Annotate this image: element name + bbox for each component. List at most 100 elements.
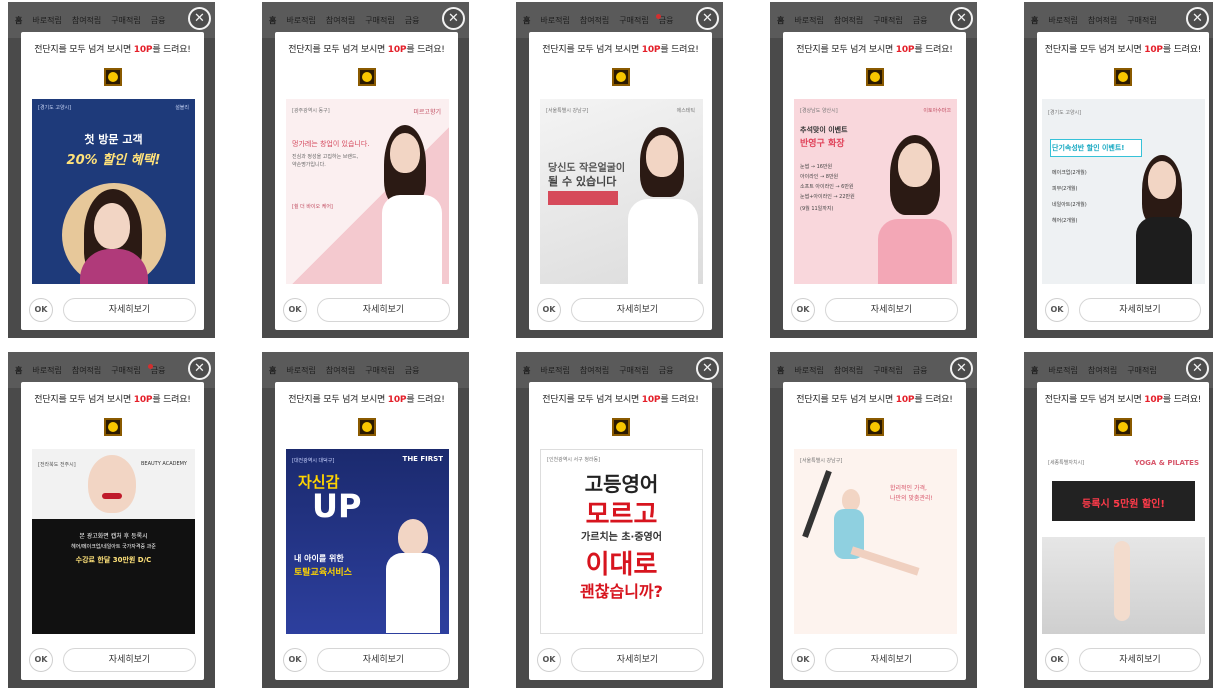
ok-button[interactable]: OK [29,298,53,322]
nav-home[interactable]: 홈 [1031,365,1038,376]
popup-footer: OK 자세히보기 [529,644,712,676]
ok-button[interactable]: OK [537,648,561,672]
nav-home[interactable]: 홈 [777,365,784,376]
flyer-image[interactable]: [경기도 고양시] 단기속성반 할인 이벤트! 메이크업(2개월) 피부(2개월… [1042,99,1205,284]
detail-button[interactable]: 자세히보기 [571,298,704,322]
nav-tab[interactable]: 바로적립 [540,365,569,376]
nav-tab[interactable]: 참여적립 [1088,15,1117,26]
nav-home[interactable]: 홈 [523,365,530,376]
detail-button[interactable]: 자세히보기 [1079,298,1201,322]
nav-tab[interactable]: 참여적립 [1088,365,1117,376]
nav-tab[interactable]: 구매적립 [1127,365,1156,376]
close-icon[interactable]: ✕ [696,357,719,380]
flyer-image[interactable]: [인천광역시 서구 청라동] 고등영어 모르고 가르치는 초·중영어 이대로 괜… [540,449,703,634]
nav-tab[interactable]: 참여적립 [834,15,863,26]
nav-tab[interactable]: 구매적립 [111,365,140,376]
popup-screen-4: 홈 바로적립 참여적립 구매적립 금융 ✕ 전단지를 모두 넘겨 보시면 10P… [770,2,977,338]
popup-screen-9: 홈 바로적립 참여적립 구매적립 금융 ✕ 전단지를 모두 넘겨 보시면 10P… [770,352,977,688]
nav-tab[interactable]: 바로적립 [540,15,569,26]
detail-button[interactable]: 자세히보기 [63,648,196,672]
nav-tab[interactable]: 구매적립 [873,365,902,376]
nav-tab[interactable]: 금융 [405,365,420,376]
popup-screen-1: 홈 바로적립 참여적립 구매적립 금융 ✕ 전단지를 모두 넘겨 보시면 10P… [8,2,215,338]
flyer-image[interactable]: [경상남도 양산시] 이토아수마끄 추석맞이 이벤트 반영구 화장 눈썹 → 1… [794,99,957,284]
popup-screen-5: 홈 바로적립 참여적립 구매적립 ✕ 전단지를 모두 넘겨 보시면 10P를 드… [1024,2,1213,338]
flyer-brand: 설블리 [175,105,189,111]
nav-tab[interactable]: 바로적립 [286,15,315,26]
flyer-image[interactable]: [광주광역시 동구] 미르고향기 멍가레는 창업이 있습니다. 진심과 정성을 … [286,99,449,284]
nav-tab[interactable]: 참여적립 [72,365,101,376]
nav-tab[interactable]: 구매적립 [873,15,902,26]
detail-button[interactable]: 자세히보기 [825,648,958,672]
nav-tab[interactable]: 금융 [151,15,166,26]
nav-tab[interactable]: 참여적립 [834,365,863,376]
detail-button[interactable]: 자세히보기 [825,298,958,322]
detail-button[interactable]: 자세히보기 [1079,648,1201,672]
nav-tab[interactable]: 금융 [913,365,928,376]
flyer-price: 소프트 아이라인 → 6만원 [800,184,854,190]
popup-footer: OK 자세히보기 [783,294,966,326]
flyer-item: 네일아트(2개월) [1052,202,1087,208]
close-icon[interactable]: ✕ [950,357,973,380]
ok-button[interactable]: OK [1045,648,1069,672]
ok-button[interactable]: OK [29,648,53,672]
close-icon[interactable]: ✕ [950,7,973,30]
flyer-region: [대전광역시 대덕구] [292,458,335,464]
nav-tab[interactable]: 바로적립 [794,15,823,26]
ok-button[interactable]: OK [537,298,561,322]
close-icon[interactable]: ✕ [188,7,211,30]
headline: 전단지를 모두 넘겨 보시면 10P를 드려요! [1044,395,1202,405]
nav-tab[interactable]: 구매적립 [1127,15,1156,26]
nav-tab[interactable]: 구매적립 [619,365,648,376]
close-icon[interactable]: ✕ [442,7,465,30]
flyer-line: 이대로 [585,550,658,580]
nav-home[interactable]: 홈 [15,15,22,26]
close-icon[interactable]: ✕ [696,7,719,30]
nav-home[interactable]: 홈 [523,15,530,26]
ok-button[interactable]: OK [791,648,815,672]
close-icon[interactable]: ✕ [1186,357,1209,380]
nav-home[interactable]: 홈 [269,365,276,376]
nav-tab[interactable]: 바로적립 [1048,365,1077,376]
coin-icon [104,418,122,436]
detail-button[interactable]: 자세히보기 [317,648,450,672]
nav-tab[interactable]: 금융 [659,365,674,376]
flyer-image[interactable]: [서울특별시 강남구] 에스테틱 당신도 작은얼굴이 될 수 있습니다 [540,99,703,284]
nav-tab[interactable]: 바로적립 [286,365,315,376]
nav-tab[interactable]: 바로적립 [32,365,61,376]
nav-tab[interactable]: 구매적립 [619,15,648,26]
flyer-image[interactable]: [대전광역시 대덕구] THE FIRST 자신감 UP 내 아이를 위한 토탈… [286,449,449,634]
detail-button[interactable]: 자세히보기 [571,648,704,672]
nav-tab[interactable]: 금융 [405,15,420,26]
flyer-item: 피부(2개월) [1052,186,1078,192]
ok-button[interactable]: OK [1045,298,1069,322]
nav-tab[interactable]: 참여적립 [580,365,609,376]
flyer-image[interactable]: [경기도 고양시] 설블리 첫 방문 고객 20% 할인 혜택! [32,99,195,284]
ok-button[interactable]: OK [791,298,815,322]
nav-tab[interactable]: 참여적립 [326,15,355,26]
flyer-image[interactable]: [전라북도 전주시] BEAUTY ACADEMY 본 광고화면 캡처 후 등록… [32,449,195,634]
nav-tab[interactable]: 참여적립 [72,15,101,26]
close-icon[interactable]: ✕ [188,357,211,380]
flyer-image[interactable]: [서울특별시 강남구] 합리적인 가격, 나만의 맞춤관리! [794,449,957,634]
nav-tab[interactable]: 참여적립 [580,15,609,26]
ok-button[interactable]: OK [283,298,307,322]
nav-home[interactable]: 홈 [269,15,276,26]
flyer-line: 나만의 맞춤관리! [890,495,933,502]
nav-tab[interactable]: 구매적립 [365,15,394,26]
nav-tab[interactable]: 구매적립 [111,15,140,26]
close-icon[interactable]: ✕ [1186,7,1209,30]
ok-button[interactable]: OK [283,648,307,672]
nav-tab[interactable]: 바로적립 [32,15,61,26]
detail-button[interactable]: 자세히보기 [317,298,450,322]
nav-tab[interactable]: 참여적립 [326,365,355,376]
nav-tab[interactable]: 금융 [913,15,928,26]
flyer-image[interactable]: [세종특별자치시] YOGA & PILATES 등록시 5만원 할인! [1042,449,1205,634]
nav-tab[interactable]: 바로적립 [794,365,823,376]
nav-home[interactable]: 홈 [777,15,784,26]
nav-home[interactable]: 홈 [15,365,22,376]
nav-tab[interactable]: 바로적립 [1048,15,1077,26]
detail-button[interactable]: 자세히보기 [63,298,196,322]
nav-home[interactable]: 홈 [1031,15,1038,26]
nav-tab[interactable]: 구매적립 [365,365,394,376]
